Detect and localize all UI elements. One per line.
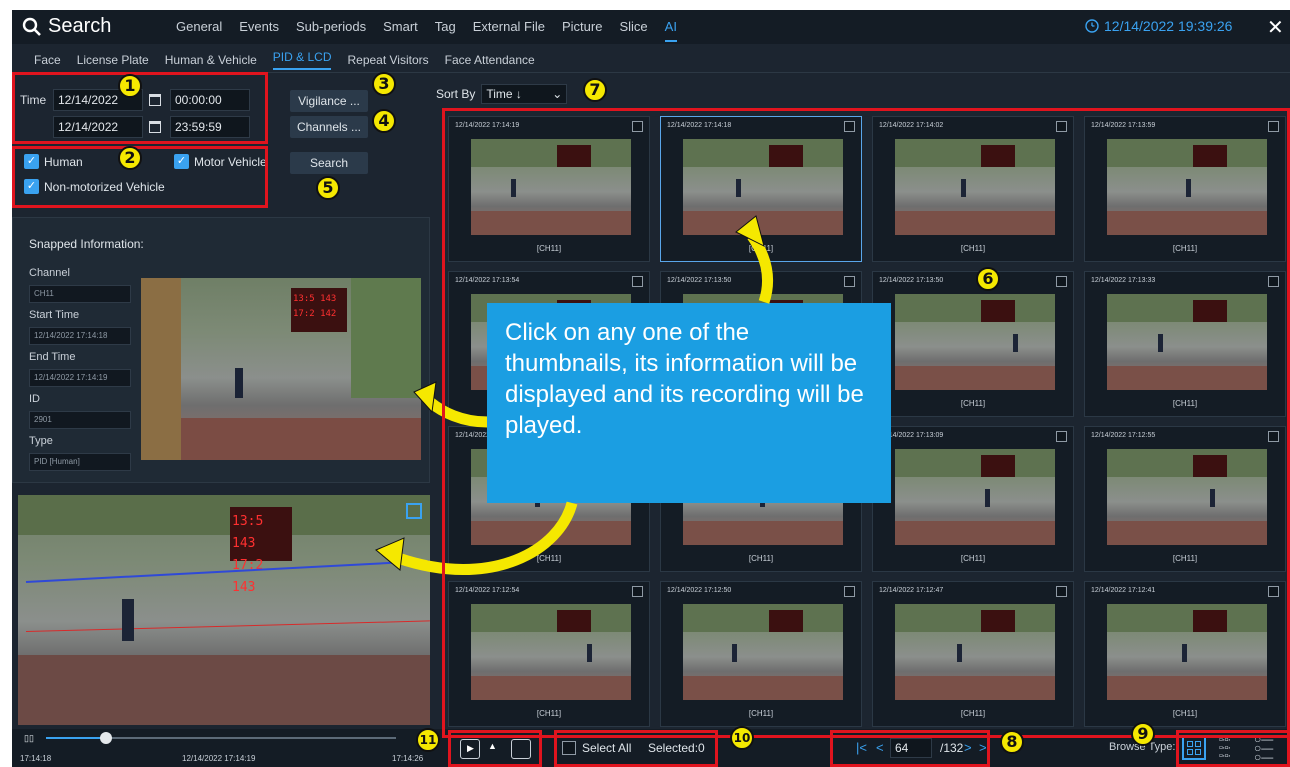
snapped-info-title: Snapped Information: <box>29 237 144 251</box>
annotation-box <box>448 730 542 767</box>
channel-label: Channel <box>29 267 70 279</box>
type-value: PID [Human] <box>29 453 131 471</box>
marker-9: 9 <box>1131 722 1155 746</box>
subtab-pid-lcd[interactable]: PID & LCD <box>272 50 332 70</box>
sub-tabs: Face License Plate Human & Vehicle PID & LC… <box>12 47 1290 73</box>
clock-display-bottom: 17:2 142 <box>293 309 337 319</box>
pause-icon[interactable]: ▯▯ <box>24 733 34 744</box>
annotation-box <box>554 730 718 767</box>
marker-6: 6 <box>976 267 1000 291</box>
snapped-info-panel: Snapped Information: Channel CH11 Start … <box>12 217 430 483</box>
marker-5: 5 <box>316 176 340 200</box>
subtab-face[interactable]: Face <box>34 53 61 67</box>
tab-sub-periods[interactable]: Sub-periods <box>296 19 366 42</box>
tab-tag[interactable]: Tag <box>435 19 456 42</box>
end-time-value: 12/14/2022 17:14:19 <box>29 369 131 387</box>
channels-button[interactable]: Channels ... <box>290 116 368 138</box>
subtab-face-attendance[interactable]: Face Attendance <box>445 53 535 67</box>
marker-1: 1 <box>118 74 142 98</box>
id-label: ID <box>29 393 40 405</box>
marker-2: 2 <box>118 146 142 170</box>
subtab-license-plate[interactable]: License Plate <box>77 53 149 67</box>
chevron-down-icon: ⌄ <box>552 87 563 101</box>
tab-external-file[interactable]: External File <box>473 19 545 42</box>
marker-11: 11 <box>416 728 440 752</box>
top-bar: Search General Events Sub-periods Smart Tag E… <box>12 10 1290 44</box>
playback-timeline[interactable] <box>46 732 396 744</box>
channel-value: CH11 <box>29 285 131 303</box>
annotation-box <box>830 730 990 767</box>
app-title: Search <box>22 15 111 38</box>
video-player[interactable]: 13:5 143 17:2 143 <box>18 495 430 725</box>
tab-slice[interactable]: Slice <box>619 19 647 42</box>
fullscreen-icon[interactable] <box>406 503 422 519</box>
playback-end-time: 17:14:26 <box>392 754 424 763</box>
start-time-label: Start Time <box>29 309 80 321</box>
page-title: Search <box>48 15 112 37</box>
system-clock: 12/14/2022 19:39:26 <box>1085 18 1232 34</box>
tab-general[interactable]: General <box>176 19 222 42</box>
playback-current-time: 12/14/2022 17:14:19 <box>182 754 256 763</box>
clock-icon <box>1085 19 1099 33</box>
search-button[interactable]: Search <box>290 152 368 174</box>
search-screen: Search General Events Sub-periods Smart Tag E… <box>12 10 1290 767</box>
marker-3: 3 <box>372 72 396 96</box>
type-label: Type <box>29 435 53 447</box>
vigilance-button[interactable]: Vigilance ... <box>290 90 368 112</box>
end-time-label: End Time <box>29 351 76 363</box>
annotation-box <box>1176 730 1290 767</box>
start-time-value: 12/14/2022 17:14:18 <box>29 327 131 345</box>
search-icon <box>22 17 41 36</box>
tab-smart[interactable]: Smart <box>383 19 418 42</box>
marker-7: 7 <box>583 78 607 102</box>
subtab-human-vehicle[interactable]: Human & Vehicle <box>165 53 257 67</box>
marker-10: 10 <box>730 726 754 750</box>
sort-value: Time ↓ <box>486 87 522 101</box>
clock-display-top: 13:5 143 <box>293 294 337 304</box>
main-tabs: General Events Sub-periods Smart Tag External… <box>176 19 677 42</box>
tab-picture[interactable]: Picture <box>562 19 602 42</box>
playback-progress <box>46 737 106 739</box>
tab-events[interactable]: Events <box>239 19 279 42</box>
sort-select[interactable]: Time ↓ ⌄ <box>481 84 568 104</box>
marker-8: 8 <box>1000 730 1024 754</box>
clock-display-bottom: 17:2 143 <box>232 558 264 595</box>
close-icon[interactable]: ✕ <box>1267 15 1284 40</box>
id-value: 2901 <box>29 411 131 429</box>
annotation-box <box>442 108 1290 738</box>
subtab-repeat-visitors[interactable]: Repeat Visitors <box>347 53 428 67</box>
datetime-text: 12/14/2022 19:39:26 <box>1104 18 1233 34</box>
sort-control: Sort By Time ↓ ⌄ <box>436 84 568 104</box>
playback-knob[interactable] <box>99 732 112 744</box>
marker-4: 4 <box>372 109 396 133</box>
playback-start-time: 17:14:18 <box>20 754 52 763</box>
tab-ai[interactable]: AI <box>664 19 677 42</box>
sort-label: Sort By <box>436 87 476 101</box>
clock-display-top: 13:5 143 <box>232 514 264 551</box>
snapshot-image: 13:5 143 17:2 142 <box>141 278 421 460</box>
